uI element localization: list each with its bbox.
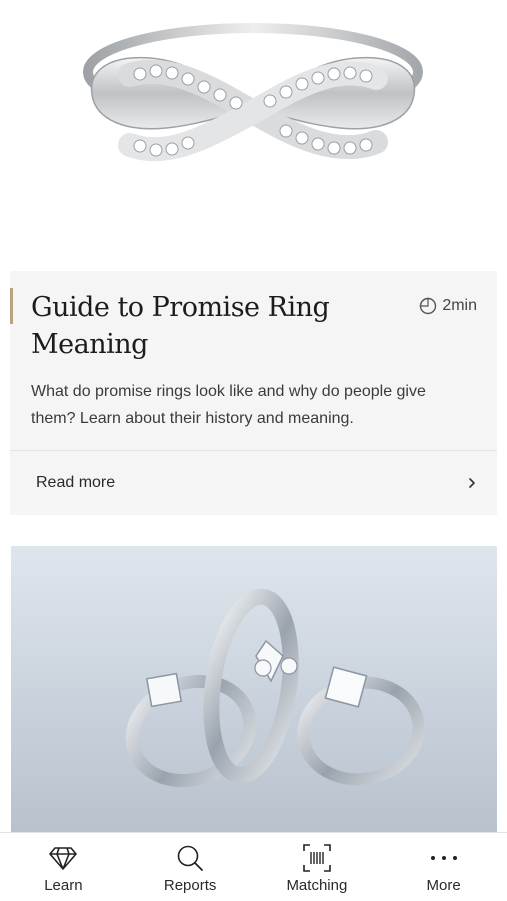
article-description: What do promise rings look like and why … <box>31 383 426 427</box>
engagement-rings-image <box>11 546 497 832</box>
tab-reports-label: Reports <box>163 877 217 894</box>
diamond-icon <box>49 847 78 870</box>
read-more-label: Read more <box>36 474 116 491</box>
tab-learn-label: Learn <box>44 877 83 894</box>
article-card[interactable]: Guide to Promise Ring Meaning 2min What … <box>10 271 497 515</box>
tab-matching[interactable]: Matching <box>254 833 381 901</box>
search-icon <box>177 845 204 871</box>
card-accent-bar <box>10 288 13 324</box>
promise-ring-image <box>0 0 507 260</box>
bottom-tab-bar: Learn Reports Matching More <box>0 832 507 901</box>
clock-icon <box>420 297 437 315</box>
tab-more-label: More <box>426 877 461 894</box>
tab-reports[interactable]: Reports <box>127 833 254 901</box>
read-time: 2min <box>419 297 477 315</box>
chevron-right-icon <box>469 478 475 488</box>
tab-learn[interactable]: Learn <box>0 833 127 901</box>
article-title: Guide to Promise Ring Meaning <box>31 292 330 360</box>
read-more-button[interactable]: Read more <box>10 451 497 515</box>
tab-more[interactable]: More <box>380 833 507 901</box>
more-dots-icon <box>430 856 457 860</box>
tab-matching-label: Matching <box>286 877 348 894</box>
barcode-scan-icon <box>303 844 331 872</box>
read-time-label: 2min <box>442 297 477 314</box>
